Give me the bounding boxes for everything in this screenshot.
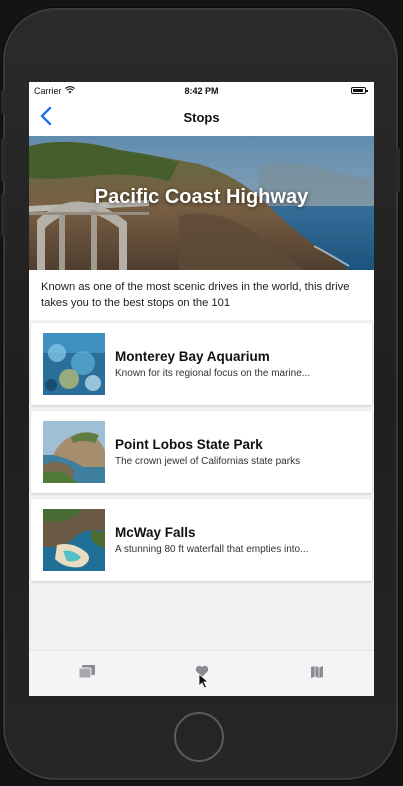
volume-up-button <box>1 138 5 182</box>
app-screen: Carrier 8:42 PM Stops Pacific Coast High… <box>29 82 374 696</box>
home-button[interactable] <box>174 712 224 762</box>
stop-title: McWay Falls <box>115 525 196 540</box>
power-button <box>396 148 400 192</box>
status-time: 8:42 PM <box>184 86 219 96</box>
stop-card-monterey-bay-aquarium[interactable]: Monterey Bay Aquarium Known for its regi… <box>31 323 372 405</box>
list-icon <box>78 664 95 684</box>
stop-thumbnail <box>43 421 105 483</box>
stop-title: Point Lobos State Park <box>115 437 263 452</box>
battery-icon <box>351 87 368 94</box>
mute-switch <box>1 90 5 114</box>
hero-banner: Pacific Coast Highway <box>29 136 374 270</box>
stop-thumbnail <box>43 509 105 571</box>
mouse-cursor-icon <box>198 673 210 694</box>
volume-down-button <box>1 193 5 237</box>
stop-title: Monterey Bay Aquarium <box>115 349 270 364</box>
stop-card-point-lobos-state-park[interactable]: Point Lobos State Park The crown jewel o… <box>31 411 372 493</box>
navigation-bar: Stops <box>29 100 374 137</box>
page-title: Stops <box>183 110 220 125</box>
tab-bar <box>29 650 374 696</box>
intro-description: Known as one of the most scenic drives i… <box>29 270 374 320</box>
map-icon <box>310 665 324 684</box>
stop-card-mcway-falls[interactable]: McWay Falls A stunning 80 ft waterfall t… <box>31 499 372 581</box>
stop-thumbnail <box>43 333 105 395</box>
stop-description: A stunning 80 ft waterfall that empties … <box>115 544 309 555</box>
stop-description: The crown jewel of Californias state par… <box>115 456 301 467</box>
tab-list[interactable] <box>29 651 144 696</box>
stop-description: Known for its regional focus on the mari… <box>115 368 311 379</box>
hero-title: Pacific Coast Highway <box>94 186 309 208</box>
tab-map[interactable] <box>259 651 374 696</box>
status-bar: Carrier 8:42 PM <box>29 82 374 100</box>
